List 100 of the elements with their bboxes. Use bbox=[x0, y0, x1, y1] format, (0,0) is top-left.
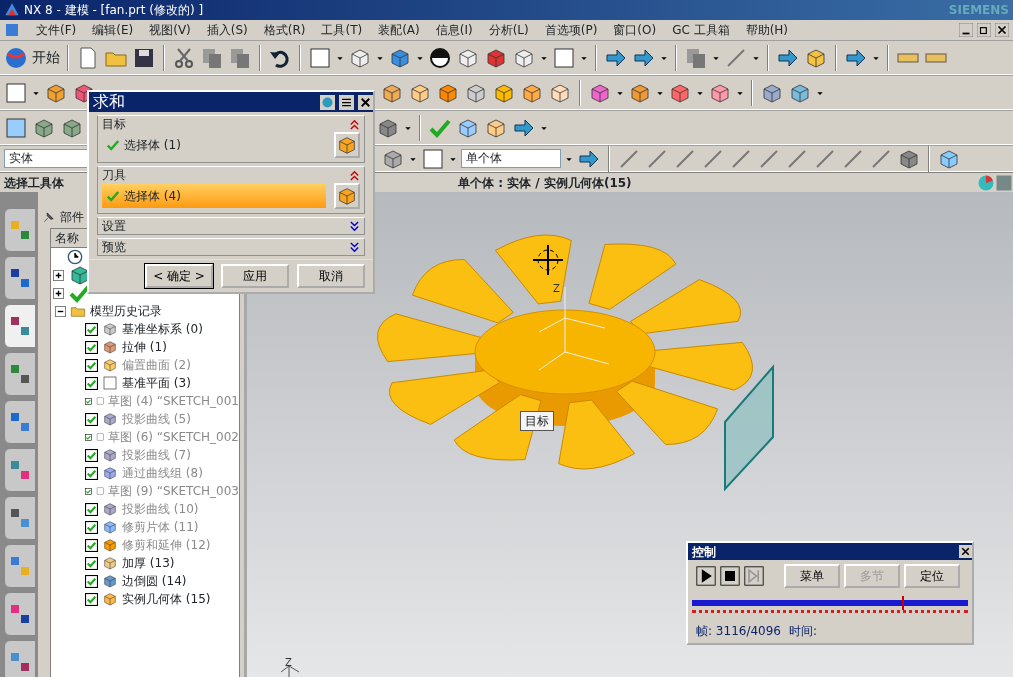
tree-item[interactable]: 基准坐标系 (0) bbox=[122, 320, 203, 338]
navigator-tab[interactable] bbox=[4, 400, 36, 444]
collapse-chevron-icon[interactable] bbox=[349, 118, 360, 130]
close-icon[interactable] bbox=[358, 94, 373, 110]
type-filter-dropdown[interactable]: 实体 bbox=[4, 149, 89, 168]
expand-icon[interactable] bbox=[53, 269, 64, 281]
menu-item[interactable]: 帮助(H) bbox=[745, 21, 789, 39]
stop-button[interactable] bbox=[720, 566, 740, 586]
checked-checkbox[interactable] bbox=[85, 322, 98, 336]
menu-item[interactable]: 视图(V) bbox=[149, 21, 191, 39]
checked-checkbox[interactable] bbox=[85, 376, 98, 390]
checked-checkbox[interactable] bbox=[85, 520, 98, 534]
checked-checkbox[interactable] bbox=[85, 340, 98, 354]
tree-item[interactable]: 投影曲线 (5) bbox=[122, 410, 191, 428]
tree-item[interactable]: 拉伸 (1) bbox=[122, 338, 167, 356]
checked-checkbox[interactable] bbox=[85, 592, 98, 606]
start-button[interactable]: 开始 bbox=[4, 45, 60, 70]
menu-item[interactable]: 文件(F) bbox=[36, 21, 77, 39]
expand-icon[interactable] bbox=[53, 287, 64, 299]
section-title[interactable]: 刀具 bbox=[102, 166, 126, 184]
collapse-icon[interactable] bbox=[55, 305, 66, 317]
menu-item[interactable]: 装配(A) bbox=[378, 21, 420, 39]
dialog-button[interactable]: 取消 bbox=[297, 264, 365, 288]
checked-checkbox[interactable] bbox=[85, 502, 98, 516]
tree-item[interactable]: 草图 (9) “SKETCH_003 bbox=[108, 482, 239, 500]
close-icon[interactable] bbox=[959, 545, 972, 558]
select-body-button[interactable] bbox=[334, 183, 360, 209]
tree-item[interactable]: 投影曲线 (7) bbox=[122, 446, 191, 464]
dialog-button[interactable]: < 确定 > bbox=[145, 264, 213, 288]
menu-item[interactable]: 窗口(O) bbox=[613, 21, 657, 39]
tool-icon bbox=[8, 602, 32, 626]
tree-item[interactable]: 草图 (4) “SKETCH_001 bbox=[108, 392, 239, 410]
expand-chevron-icon[interactable] bbox=[349, 241, 360, 253]
restore-icon[interactable] bbox=[977, 23, 991, 37]
square-icon[interactable] bbox=[4, 115, 28, 140]
menu-item[interactable]: 格式(R) bbox=[263, 21, 306, 39]
navigator-tab[interactable] bbox=[4, 544, 36, 588]
tree-item[interactable]: 实例几何体 (15) bbox=[122, 590, 211, 608]
tree-item[interactable]: 偏置曲面 (2) bbox=[122, 356, 191, 374]
dialog-button[interactable]: 应用 bbox=[221, 264, 289, 288]
tree-item[interactable]: 投影曲线 (10) bbox=[122, 500, 199, 518]
navigator-tab[interactable] bbox=[4, 640, 36, 677]
checked-checkbox[interactable] bbox=[85, 574, 98, 588]
shaded-sphere-icon[interactable] bbox=[428, 45, 452, 70]
navigator-tab[interactable] bbox=[4, 256, 36, 300]
menu-item[interactable]: 工具(T) bbox=[321, 21, 363, 39]
menu-item[interactable]: 分析(L) bbox=[488, 21, 529, 39]
panel-button[interactable]: 定位 bbox=[904, 564, 960, 588]
tree-item[interactable]: 基准平面 (3) bbox=[122, 374, 191, 392]
select-body-button[interactable] bbox=[334, 132, 360, 158]
navigator-tab[interactable] bbox=[4, 208, 36, 252]
tree-item[interactable]: 修剪和延伸 (12) bbox=[122, 536, 211, 554]
selection-scope-dropdown[interactable]: 单个体 bbox=[461, 149, 561, 168]
slider-thumb[interactable] bbox=[901, 596, 904, 610]
check-icon bbox=[106, 138, 120, 152]
tree-item[interactable]: 草图 (6) “SKETCH_002 bbox=[108, 428, 239, 446]
checked-checkbox[interactable] bbox=[85, 538, 98, 552]
play-button[interactable] bbox=[696, 566, 716, 586]
checked-checkbox[interactable] bbox=[85, 556, 98, 570]
menu-item[interactable]: 插入(S) bbox=[206, 21, 248, 39]
menu-item[interactable]: GC 工具箱 bbox=[672, 21, 730, 39]
checked-checkbox[interactable] bbox=[85, 412, 98, 426]
navigator-tab[interactable] bbox=[4, 448, 36, 492]
square-icon[interactable] bbox=[552, 45, 576, 70]
cube-icon bbox=[102, 555, 118, 571]
expand-chevron-icon[interactable] bbox=[349, 220, 360, 232]
close-icon[interactable] bbox=[995, 23, 1009, 37]
cube-icon bbox=[102, 321, 118, 337]
checked-checkbox[interactable] bbox=[85, 358, 98, 372]
navigator-tab[interactable] bbox=[4, 592, 36, 636]
tree-item[interactable]: 通过曲线组 (8) bbox=[122, 464, 203, 482]
app-logo-icon bbox=[4, 2, 20, 18]
tree-item[interactable]: 边倒圆 (14) bbox=[122, 572, 187, 590]
panel-button[interactable]: 菜单 bbox=[784, 564, 840, 588]
navigator-tab[interactable] bbox=[4, 352, 36, 396]
menu-item[interactable]: 编辑(E) bbox=[92, 21, 134, 39]
tool-icon bbox=[8, 506, 32, 530]
square-icon[interactable] bbox=[4, 80, 28, 105]
step-button[interactable] bbox=[744, 566, 764, 586]
menu-item[interactable]: 首选项(P) bbox=[544, 21, 598, 39]
tree-item[interactable]: 修剪片体 (11) bbox=[122, 518, 199, 536]
collapse-chevron-icon[interactable] bbox=[349, 169, 360, 181]
tree-item[interactable]: 模型历史记录 bbox=[90, 302, 162, 320]
cube-icon bbox=[102, 357, 118, 373]
checked-checkbox[interactable] bbox=[85, 448, 98, 462]
selection-row[interactable]: 选择体 (4) bbox=[102, 184, 326, 208]
selection-row[interactable]: 选择体 (1) bbox=[102, 133, 326, 157]
square-icon[interactable] bbox=[308, 45, 332, 70]
tool-icon bbox=[8, 266, 32, 290]
section-title[interactable]: 目标 bbox=[102, 115, 126, 133]
pin-icon[interactable] bbox=[42, 210, 56, 224]
navigator-tab[interactable] bbox=[4, 496, 36, 540]
minimize-icon[interactable] bbox=[959, 23, 973, 37]
reset-icon[interactable] bbox=[320, 94, 335, 110]
square-icon[interactable] bbox=[421, 146, 445, 171]
menu-icon[interactable] bbox=[339, 94, 354, 110]
navigator-tab[interactable] bbox=[4, 304, 36, 348]
menu-item[interactable]: 信息(I) bbox=[435, 21, 473, 39]
tree-item[interactable]: 加厚 (13) bbox=[122, 554, 175, 572]
checked-checkbox[interactable] bbox=[85, 466, 98, 480]
